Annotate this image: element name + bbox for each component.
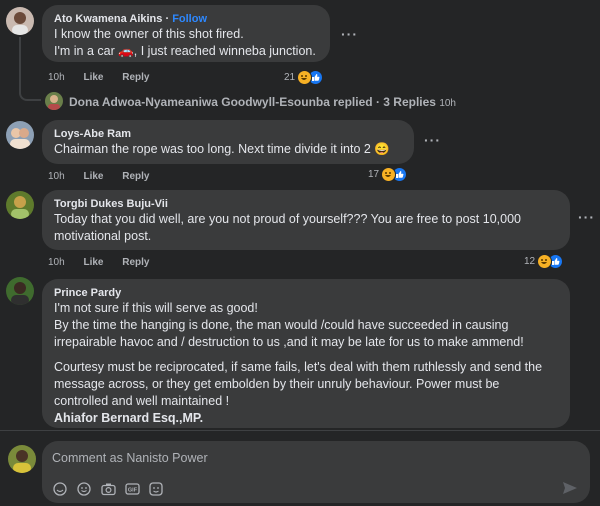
camera-icon[interactable]	[100, 481, 116, 497]
comment-author[interactable]: Ato Kwamena Aikins	[54, 13, 162, 25]
replies-summary-text: Dona Adwoa-Nyameaniwa Goodwyll-Esounba r…	[69, 95, 436, 109]
more-options-icon[interactable]: ···	[578, 209, 595, 225]
like-button[interactable]: Like	[83, 257, 103, 268]
reply-button[interactable]: Reply	[122, 72, 149, 83]
comment-text: Today that you did well, are you not pro…	[54, 212, 521, 226]
reply-button[interactable]: Reply	[122, 171, 149, 182]
comment-time[interactable]: 10h	[48, 257, 65, 268]
comment-bubble: Ato Kwamena Aikins · Follow I know the o…	[42, 5, 330, 62]
comment-text: I'm in a car 🚗, I just reached winneba j…	[54, 44, 316, 58]
haha-reaction-icon	[381, 167, 397, 182]
avatar[interactable]	[6, 7, 34, 35]
like-button[interactable]: Like	[83, 171, 103, 182]
comment-text: Chairman the rope was too long. Next tim…	[54, 142, 390, 156]
thread-connector	[19, 37, 41, 101]
haha-reaction-icon	[537, 254, 553, 269]
reaction-count: 12	[524, 256, 536, 267]
avatar[interactable]	[6, 277, 34, 305]
comment-time[interactable]: 10h	[48, 171, 65, 182]
gif-icon[interactable]: GIF	[124, 481, 140, 497]
svg-text:GIF: GIF	[127, 488, 137, 494]
comment-actions: 10h Like Reply	[48, 257, 166, 268]
reaction-count: 21	[284, 72, 296, 83]
comment-bubble: Torgbi Dukes Buju-Vii Today that you did…	[42, 190, 570, 250]
comment-input[interactable]: Comment as Nanisto Power	[52, 451, 532, 465]
comment-actions: 10h Like Reply	[48, 171, 166, 182]
comment-author[interactable]: Prince Pardy	[54, 286, 558, 300]
comment-text: Courtesy must be reciprocated, if same f…	[54, 360, 543, 374]
comment-text: controlled and well maintained !	[54, 394, 230, 408]
comment-time[interactable]: 10h	[48, 72, 65, 83]
comment-bubble: Loys-Abe Ram Chairman the rope was too l…	[42, 120, 414, 164]
reaction-summary[interactable]: 17	[368, 167, 408, 182]
view-replies-link[interactable]: Dona Adwoa-Nyameaniwa Goodwyll-Esounba r…	[69, 95, 456, 109]
comment-text: motivational post.	[54, 229, 152, 243]
more-options-icon[interactable]: ···	[341, 26, 358, 42]
reaction-summary[interactable]: 21	[284, 70, 324, 85]
send-icon[interactable]	[562, 480, 580, 498]
sticker-icon[interactable]	[52, 481, 68, 497]
current-user-avatar[interactable]	[8, 445, 36, 473]
replies-time: 10h	[439, 98, 456, 109]
comment-composer[interactable]: Comment as Nanisto Power GIF	[42, 441, 590, 503]
comment-text: By the time the hanging is done, the man…	[54, 318, 509, 332]
emoji-icon[interactable]	[76, 481, 92, 497]
comment-text: irrepairable havoc and / destruction to …	[54, 335, 524, 349]
like-button[interactable]: Like	[83, 72, 103, 83]
comment-text: message across, or they get embolden by …	[54, 377, 500, 391]
reaction-count: 17	[368, 169, 380, 180]
avatar[interactable]	[6, 191, 34, 219]
comment-author[interactable]: Torgbi Dukes Buju-Vii	[54, 197, 558, 211]
haha-reaction-icon	[297, 70, 313, 85]
follow-button[interactable]: Follow	[172, 13, 207, 25]
divider	[0, 430, 600, 431]
comment-actions: 10h Like Reply	[48, 72, 166, 83]
reaction-summary[interactable]: 12	[524, 254, 564, 269]
replier-avatar[interactable]	[45, 92, 63, 110]
comment-bubble: Prince Pardy I'm not sure if this will s…	[42, 279, 570, 428]
more-options-icon[interactable]: ···	[424, 132, 441, 148]
comment-text: I know the owner of this shot fired.	[54, 27, 244, 41]
avatar-sticker-icon[interactable]	[148, 481, 164, 497]
avatar[interactable]	[6, 121, 34, 149]
comment-author[interactable]: Loys-Abe Ram	[54, 127, 402, 141]
reply-button[interactable]: Reply	[122, 257, 149, 268]
comment-signature: Ahiafor Bernard Esq.,MP.	[54, 411, 204, 425]
comment-text: I'm not sure if this will serve as good!	[54, 301, 258, 315]
